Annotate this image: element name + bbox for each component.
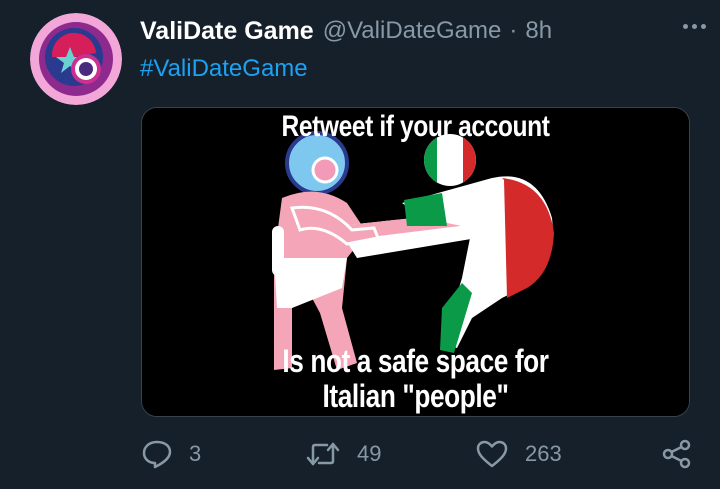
author-handle[interactable]: @ValiDateGame xyxy=(323,17,502,45)
heart-icon xyxy=(476,440,508,468)
reply-button[interactable]: 3 xyxy=(141,439,201,469)
tweet-media-image[interactable]: Retweet if your account Is not a safe sp… xyxy=(141,107,690,417)
caption-bottom-line1: Is not a safe space for xyxy=(282,343,549,379)
author-name[interactable]: ValiDate Game xyxy=(140,17,314,46)
tweet-actions: 3 49 263 xyxy=(141,437,692,471)
timestamp[interactable]: 8h xyxy=(525,17,552,45)
caption-top: Retweet if your account xyxy=(281,110,550,143)
separator: · xyxy=(509,17,518,44)
like-button[interactable]: 263 xyxy=(475,439,562,469)
tweet-header: ValiDate Game @ValiDateGame · 8h xyxy=(140,14,700,48)
tweet: ValiDate Game @ValiDateGame · 8h #ValiDa… xyxy=(0,0,720,489)
hashtag-link[interactable]: #ValiDateGame xyxy=(140,55,308,83)
caption-bottom-line2: Italian "people" xyxy=(322,378,509,414)
more-dot xyxy=(683,24,688,29)
retweet-count: 49 xyxy=(357,441,382,466)
retweet-button[interactable]: 49 xyxy=(305,440,381,468)
more-dot xyxy=(692,24,697,29)
more-horizontal-icon[interactable] xyxy=(683,24,706,29)
retweet-icon xyxy=(306,442,340,466)
share-button[interactable] xyxy=(662,439,692,469)
reply-count: 3 xyxy=(189,441,202,466)
avatar[interactable] xyxy=(30,13,122,105)
reply-icon xyxy=(142,440,172,469)
like-count: 263 xyxy=(525,441,562,466)
share-icon xyxy=(662,439,691,469)
validate-logo-icon xyxy=(30,13,122,105)
more-dot xyxy=(701,24,706,29)
